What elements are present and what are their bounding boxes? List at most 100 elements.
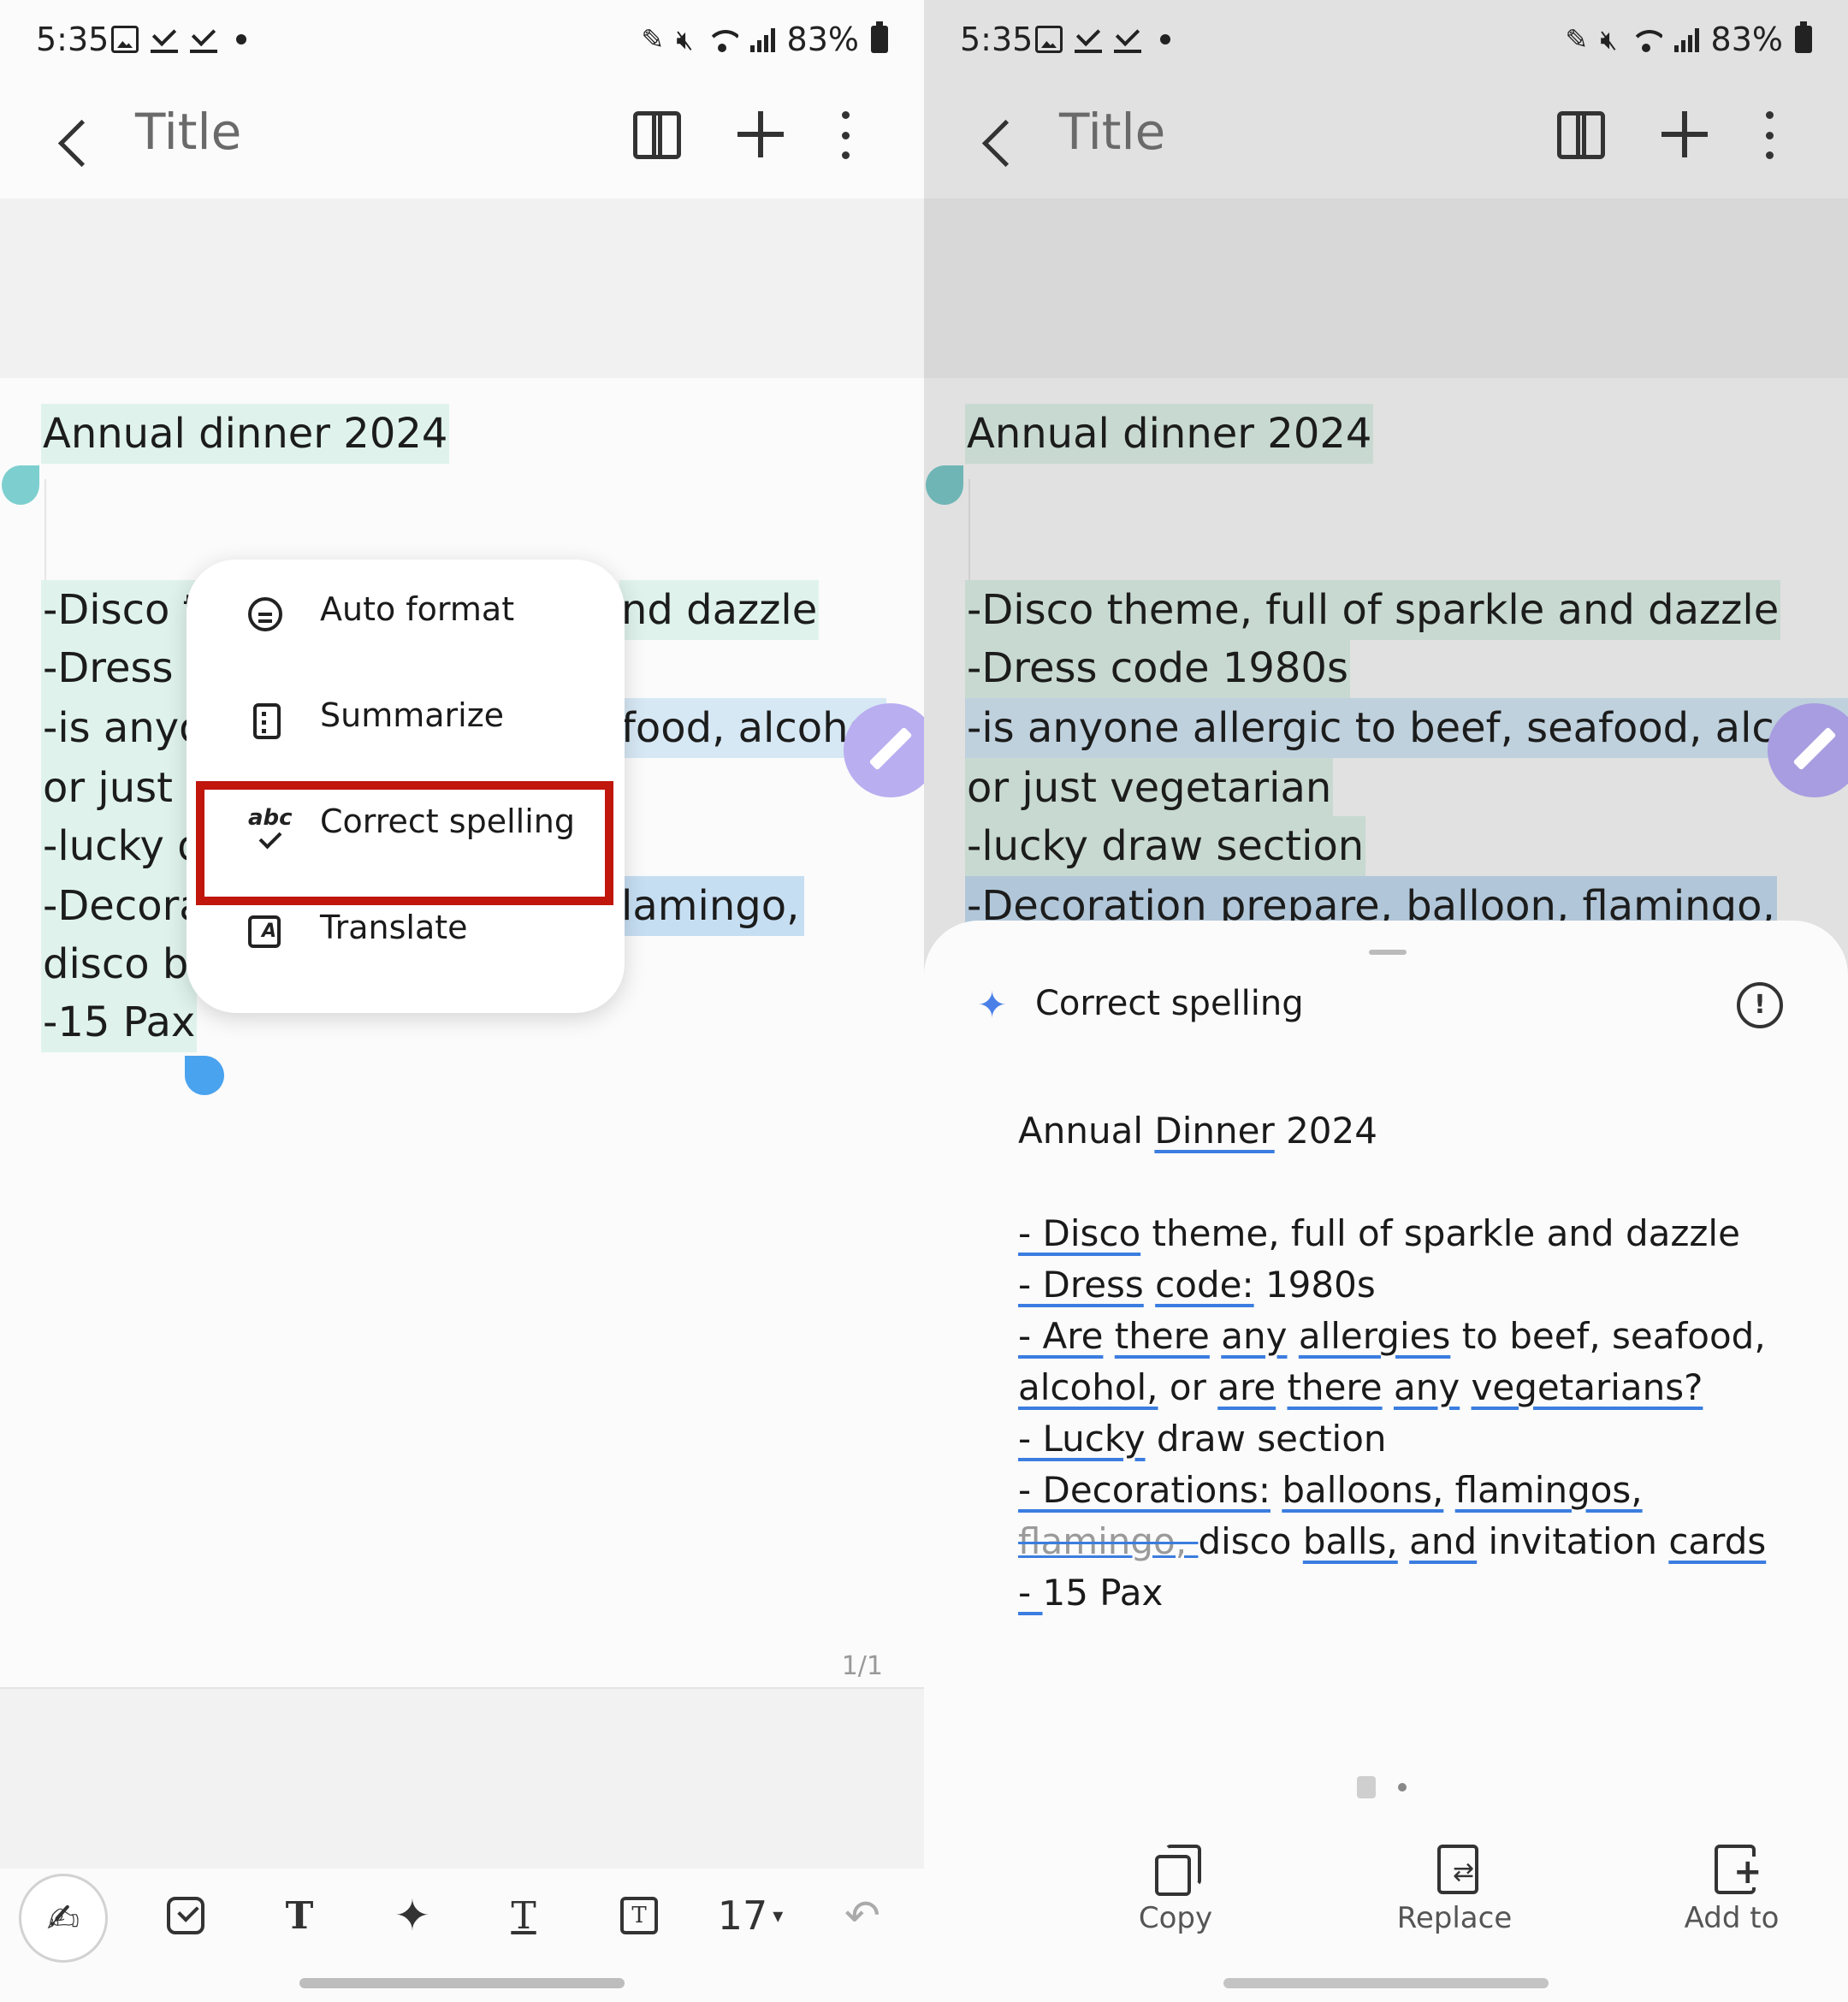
menu-item-auto-format[interactable]: Auto format [187,560,625,666]
note-line[interactable]: nd dazzle [619,580,820,640]
note-line[interactable]: Annual dinner 2024 [41,404,450,464]
note-line[interactable]: lamingo, [619,876,804,936]
undo-button[interactable]: ↶ [837,1887,888,1944]
toolbar-spacer [0,1687,924,1869]
note-title[interactable]: Title [135,103,241,161]
more-notifications-dot-icon [236,34,246,44]
add-icon[interactable] [737,111,784,157]
text-style-icon: T [285,1893,314,1938]
add-to-icon [1711,1845,1762,1894]
gallery-notification-icon [1035,26,1063,53]
corrected-text[interactable]: Annual Dinner 2024 - Disco theme, full o… [1018,1105,1771,1619]
wifi-icon [1629,27,1662,52]
checkbox-button[interactable] [164,1887,207,1944]
status-bar: 5:35 ✎ 🔇︎ 83% [924,0,1848,86]
back-icon[interactable] [53,115,94,169]
selection-start-handle [926,465,963,505]
checkbox-icon [167,1897,204,1934]
more-notifications-dot-icon [1160,34,1170,44]
note-line: -Disco theme, full of sparkle and dazzle [965,580,1781,640]
selection-start-handle[interactable] [2,465,39,505]
right-screen: 5:35 ✎ 🔇︎ 83% Title Annual dinner 2024 -… [924,0,1848,2002]
note-line[interactable]: -15 Pax [41,992,198,1052]
note-line[interactable]: -Dress c [41,638,211,698]
note-line[interactable]: -is anyo [41,698,206,758]
sheet-drag-handle[interactable] [1369,950,1407,955]
pen-icon [1792,726,1837,771]
status-time: 5:35 [36,21,110,58]
download-done-icon [1075,26,1102,53]
add-icon[interactable] [1661,111,1708,157]
info-icon[interactable]: ! [1737,982,1783,1028]
result-line: flamingo, disco balls, and invitation ca… [1018,1520,1767,1562]
translate-icon [248,915,281,948]
replace-button[interactable]: Replace [1377,1845,1531,1956]
reading-mode-icon[interactable] [1557,111,1605,159]
result-line: - Disco theme, full of sparkle and dazzl… [1018,1212,1740,1254]
pen-fab-button[interactable] [844,703,924,797]
left-screen: 5:35 ✎ 🔇︎ 83% Title Annual dinner 2024 -… [0,0,924,2002]
menu-item-summarize[interactable]: Summarize [187,666,625,772]
text-format-button[interactable]: T [501,1887,546,1944]
more-options-icon[interactable] [838,111,852,159]
ai-assist-button[interactable]: ✦ [387,1887,438,1944]
battery-percent: 83% [786,21,859,58]
note-line[interactable]: -Decora [41,876,206,936]
editor-toolbar: ✍ T ✦ T T 17 ▾ ↶ [0,1869,924,1964]
battery-icon [871,21,888,53]
home-indicator[interactable] [1223,1978,1549,1988]
page-indicator: 1/1 [841,1651,883,1681]
sparkle-icon: ✦ [394,1891,430,1940]
text-box-icon: T [620,1897,658,1934]
auto-format-icon [248,597,282,631]
replace-icon [1434,1845,1478,1894]
note-line: Annual dinner 2024 [965,404,1374,464]
sheet-title: Correct spelling [1035,984,1304,1023]
page-thumbnail-icon [1357,1776,1376,1798]
battery-percent: 83% [1710,21,1783,58]
note-line: -lucky draw section [965,816,1366,876]
copy-icon [1155,1845,1201,1896]
note-line[interactable]: -Disco t [41,580,201,640]
mute-icon: 🔇︎ [676,22,694,56]
status-time: 5:35 [960,21,1034,58]
text-box-button[interactable]: T [618,1887,660,1944]
note-line: or just vegetarian [965,758,1334,818]
result-line: - Dress code: 1980s [1018,1264,1376,1306]
correct-spelling-sheet: ✦ Correct spelling ! Annual Dinner 2024 … [924,921,1848,2002]
note-line: -Dress code 1980s [965,638,1350,698]
handwriting-mode-button[interactable]: ✍ [19,1874,108,1963]
add-to-button[interactable]: Add to [1655,1845,1809,1956]
app-bar: Title [924,86,1848,198]
font-size-dropdown[interactable]: 17 ▾ [712,1887,789,1944]
download-done-icon [1114,26,1141,53]
chevron-down-icon: ▾ [773,1904,784,1928]
copy-button[interactable]: Copy [1099,1845,1253,1956]
text-style-button[interactable]: T [274,1887,325,1944]
result-line: - Decorations: balloons, flamingos, [1018,1469,1643,1511]
result-line: - 15 Pax [1018,1572,1164,1614]
wifi-icon [705,27,738,52]
selection-end-handle[interactable] [185,1056,224,1095]
note-line[interactable]: -lucky d [41,816,205,876]
note-header-area [924,198,1848,378]
pen-icon: ✍ [46,1895,80,1941]
app-bar: Title [0,86,924,198]
battery-icon [1795,21,1812,53]
back-icon[interactable] [977,115,1018,169]
note-title[interactable]: Title [1059,103,1165,161]
download-done-icon [190,26,217,53]
home-indicator[interactable] [299,1978,625,1988]
reading-mode-icon[interactable] [633,111,681,159]
pen-icon [868,726,913,771]
pen-off-icon: ✎ [641,23,665,56]
more-options-icon[interactable] [1762,111,1776,159]
download-done-icon [151,26,178,53]
text-caret [968,479,970,582]
sparkle-icon: ✦ [977,984,1008,1026]
note-header-area [0,198,924,378]
pen-off-icon: ✎ [1565,23,1589,56]
signal-icon [1673,27,1699,52]
mute-icon: 🔇︎ [1600,22,1618,56]
undo-icon: ↶ [844,1891,880,1940]
